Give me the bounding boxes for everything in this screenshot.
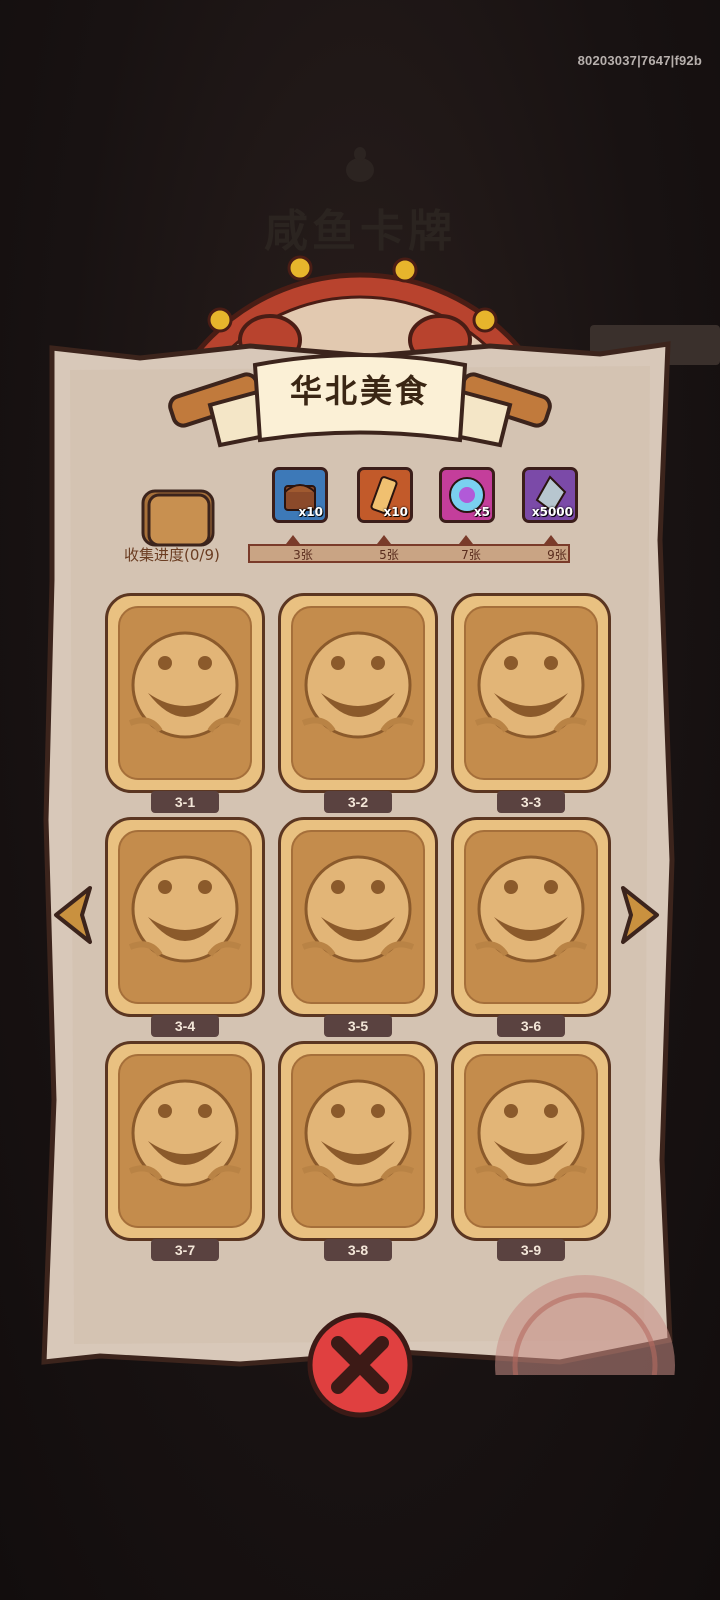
card-label: 3-5 — [324, 1015, 392, 1037]
card-slot[interactable]: 3-6 — [451, 817, 611, 1042]
milestone-marker — [544, 535, 558, 544]
card-label: 3-7 — [151, 1239, 219, 1261]
card-label: 3-2 — [324, 791, 392, 813]
card-label: 3-8 — [324, 1239, 392, 1261]
salted-fish-icon — [474, 631, 588, 739]
reward-quantity: x10 — [298, 505, 323, 519]
milestone-reward-1[interactable]: x10 — [272, 467, 328, 523]
milestone-label: 9张 — [547, 548, 567, 562]
card-label: 3-3 — [497, 791, 565, 813]
card-slot[interactable]: 3-4 — [105, 817, 265, 1042]
reward-quantity: x5 — [473, 505, 490, 519]
build-id-text: 80203037|7647|f92b — [577, 53, 702, 68]
close-button[interactable] — [305, 1310, 415, 1420]
milestone-marker — [286, 535, 300, 544]
previous-page-arrow[interactable] — [48, 880, 98, 950]
collection-progress-label: 收集进度(0/9) — [124, 546, 220, 564]
milestone-reward-2[interactable]: x10 — [357, 467, 413, 523]
card-slot[interactable]: 3-3 — [451, 593, 611, 818]
card-slot[interactable]: 3-1 — [105, 593, 265, 818]
salted-fish-icon — [301, 631, 415, 739]
card-label: 3-1 — [151, 791, 219, 813]
salted-fish-icon — [301, 1079, 415, 1187]
card-slot[interactable]: 3-2 — [278, 593, 438, 818]
card-label: 3-9 — [497, 1239, 565, 1261]
milestone-reward-4[interactable]: x5000 — [522, 467, 578, 523]
card-slot[interactable]: 3-7 — [105, 1041, 265, 1266]
card-slot[interactable]: 3-9 — [451, 1041, 611, 1266]
milestone-label: 3张 — [293, 548, 313, 562]
card-label: 3-6 — [497, 1015, 565, 1037]
salted-fish-icon — [474, 855, 588, 963]
salted-fish-icon — [128, 855, 242, 963]
card-stack-icon — [141, 489, 215, 547]
card-label: 3-4 — [151, 1015, 219, 1037]
fish-emblem-icon — [346, 147, 374, 182]
wax-seal-stamp — [495, 1275, 675, 1375]
salted-fish-icon — [128, 631, 242, 739]
next-page-arrow[interactable] — [615, 880, 665, 950]
milestone-marker — [459, 535, 473, 544]
salted-fish-icon — [301, 855, 415, 963]
milestone-marker — [377, 535, 391, 544]
banner-title: 华北美食 — [289, 372, 430, 410]
milestone-label: 5张 — [379, 548, 399, 562]
reward-quantity: x5000 — [531, 505, 573, 519]
reward-quantity: x10 — [383, 505, 408, 519]
card-slot[interactable]: 3-5 — [278, 817, 438, 1042]
salted-fish-icon — [474, 1079, 588, 1187]
card-slot[interactable]: 3-8 — [278, 1041, 438, 1266]
salted-fish-icon — [128, 1079, 242, 1187]
milestone-label: 7张 — [461, 548, 481, 562]
milestone-reward-3[interactable]: x5 — [439, 467, 495, 523]
